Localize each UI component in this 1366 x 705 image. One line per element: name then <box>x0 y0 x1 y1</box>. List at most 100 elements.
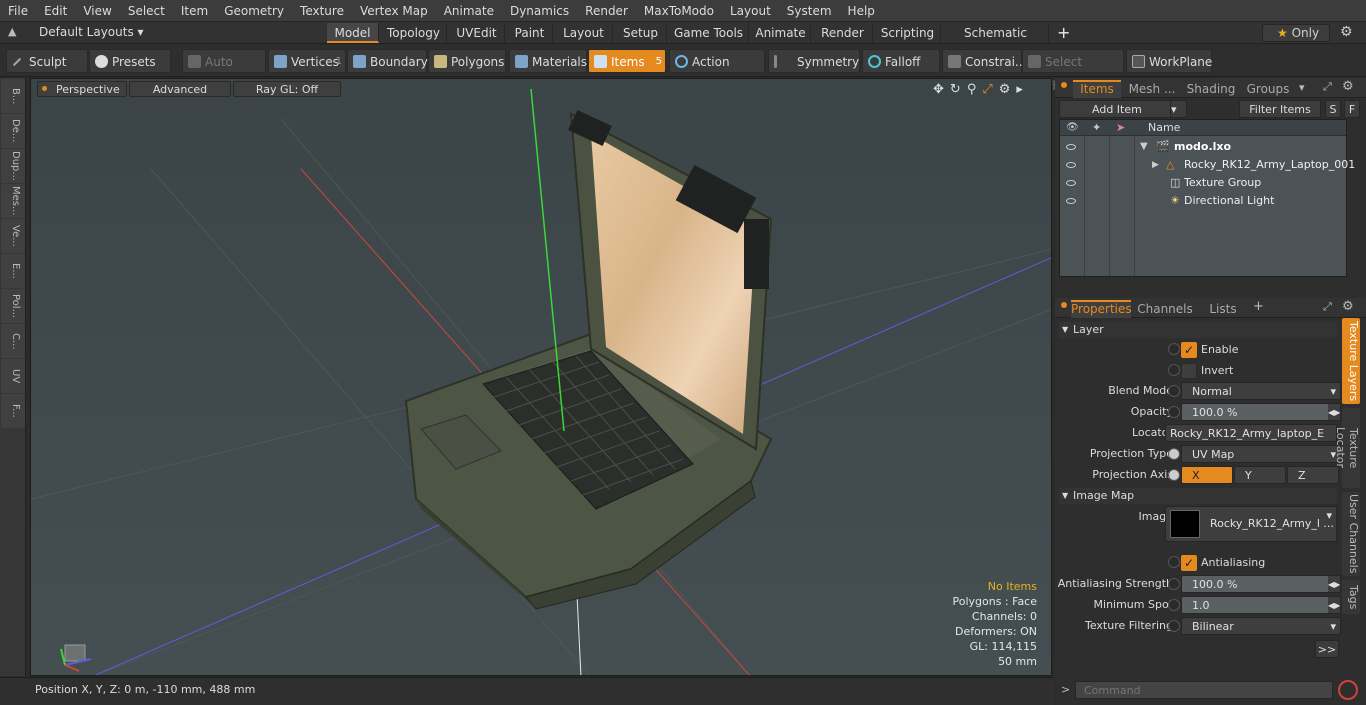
enable-checkbox[interactable]: ✓ <box>1181 342 1197 358</box>
select-through-button[interactable]: Select Through <box>1022 49 1124 93</box>
tab-topology[interactable]: Topology <box>381 23 447 43</box>
tab-setup[interactable]: Setup <box>615 23 667 43</box>
left-tab-deform[interactable]: De... <box>1 114 25 148</box>
menu-render[interactable]: Render <box>577 0 636 22</box>
add-tab-icon[interactable]: + <box>1057 23 1070 42</box>
list-item[interactable]: ▼ 🎬 modo.lxo <box>1060 138 1346 156</box>
axis-y-button[interactable]: Y <box>1234 466 1286 484</box>
side-tab-texture-locator[interactable]: Texture Locator <box>1334 408 1360 488</box>
menu-maxtomodo[interactable]: MaxToModo <box>636 0 722 22</box>
left-tab-fusion[interactable]: F... <box>1 394 25 428</box>
projection-type-channel-dot[interactable] <box>1168 448 1180 460</box>
tab-lists[interactable]: Lists <box>1201 300 1245 318</box>
add-item-button[interactable]: Add Item ▾ <box>1059 100 1187 119</box>
tex-filter-channel-dot[interactable] <box>1168 620 1180 632</box>
menu-vertex-map[interactable]: Vertex Map <box>352 0 436 22</box>
maximize-view-icon[interactable]: ⤢ <box>982 82 992 97</box>
eye-icon[interactable] <box>1066 180 1076 186</box>
boundary-button[interactable]: Boundary <box>347 49 428 73</box>
tab-uvedit[interactable]: UVEdit <box>449 23 505 43</box>
vertices-button[interactable]: Vertices 1 <box>268 49 346 73</box>
image-select[interactable]: Rocky_RK12_Army_l ... ▾ <box>1165 506 1337 542</box>
rotate-view-icon[interactable]: ↻ <box>950 82 961 97</box>
menu-system[interactable]: System <box>779 0 840 22</box>
tab-scripting[interactable]: Scripting <box>875 23 941 43</box>
panel-gear-icon[interactable]: ⚙ <box>1342 299 1354 314</box>
aa-strength-slider[interactable]: 100.0 % ◀▶ <box>1181 575 1341 593</box>
collapse-arrow-icon[interactable]: ▲ <box>8 25 16 38</box>
antialiasing-checkbox[interactable]: ✓ <box>1181 555 1197 571</box>
advanced-dropdown[interactable]: Advanced <box>129 81 231 97</box>
blend-mode-channel-dot[interactable] <box>1168 385 1180 397</box>
eye-icon[interactable] <box>1066 198 1076 204</box>
menu-texture[interactable]: Texture <box>292 0 352 22</box>
list-item[interactable]: ◫ Texture Group <box>1060 174 1346 192</box>
projection-axis-channel-dot[interactable] <box>1168 469 1180 481</box>
left-tab-curve[interactable]: C... <box>1 324 25 358</box>
symmetry-button[interactable]: Symmetry <box>768 49 860 73</box>
f-button[interactable]: F <box>1344 100 1360 118</box>
tab-layout[interactable]: Layout <box>555 23 613 43</box>
left-tab-mesh[interactable]: Mes... <box>1 184 25 218</box>
left-tab-duplicate[interactable]: Dup... <box>1 149 25 183</box>
panel-maximize-icon[interactable]: ⤢ <box>1323 300 1332 314</box>
filter-items-field[interactable]: Filter Items <box>1239 100 1321 118</box>
tab-paint[interactable]: Paint <box>507 23 553 43</box>
action-center-button[interactable]: Action Center <box>669 49 765 93</box>
tab-shading[interactable]: Shading <box>1183 80 1239 98</box>
blend-mode-select[interactable]: Normal ▾ <box>1181 382 1341 400</box>
side-tab-texture-layers[interactable]: Texture Layers <box>1342 318 1360 404</box>
menu-dynamics[interactable]: Dynamics <box>502 0 577 22</box>
slider-handle-icon[interactable]: ◀▶ <box>1328 597 1340 613</box>
side-tab-user-channels[interactable]: User Channels <box>1342 492 1360 576</box>
tab-game-tools[interactable]: Game Tools <box>669 23 749 43</box>
opacity-slider[interactable]: 100.0 % ◀▶ <box>1181 403 1341 421</box>
invert-checkbox[interactable] <box>1181 363 1197 379</box>
expand-arrow-icon[interactable]: ▶ <box>1152 156 1159 174</box>
falloff-button[interactable]: Falloff <box>862 49 940 73</box>
polygons-button[interactable]: Polygons <box>428 49 506 73</box>
command-input[interactable] <box>1075 681 1333 699</box>
menu-view[interactable]: View <box>75 0 119 22</box>
menu-file[interactable]: File <box>0 0 36 22</box>
left-tab-uv[interactable]: UV <box>1 359 25 393</box>
tab-animate[interactable]: Animate <box>751 23 811 43</box>
axis-x-button[interactable]: X <box>1181 466 1233 484</box>
image-map-group-header[interactable]: ▼ Image Map <box>1059 488 1337 504</box>
tab-properties[interactable]: Properties <box>1071 300 1132 318</box>
move-view-icon[interactable]: ✥ <box>933 82 944 97</box>
min-spot-channel-dot[interactable] <box>1168 599 1180 611</box>
more-button[interactable]: >> <box>1315 640 1339 658</box>
side-tab-tags[interactable]: Tags <box>1342 580 1360 614</box>
aa-strength-channel-dot[interactable] <box>1168 578 1180 590</box>
panel-gear-icon[interactable]: ⚙ <box>1342 79 1354 94</box>
auto-select-button[interactable]: Auto Select <box>182 49 266 93</box>
eye-icon[interactable] <box>1066 162 1076 168</box>
menu-edit[interactable]: Edit <box>36 0 75 22</box>
slider-handle-icon[interactable]: ◀▶ <box>1328 576 1340 592</box>
min-spot-slider[interactable]: 1.0 ◀▶ <box>1181 596 1341 614</box>
tab-mesh[interactable]: Mesh ... <box>1125 80 1179 98</box>
projection-type-select[interactable]: UV Map▾ <box>1181 445 1341 463</box>
locator-select[interactable]: Rocky_RK12_Army_laptop_E ...▾ <box>1165 424 1337 458</box>
left-tab-edge[interactable]: E... <box>1 254 25 288</box>
menu-select[interactable]: Select <box>120 0 173 22</box>
command-expand-icon[interactable]: > <box>1061 683 1070 696</box>
menu-geometry[interactable]: Geometry <box>216 0 292 22</box>
workplane-button[interactable]: WorkPlane <box>1126 49 1212 73</box>
tab-render[interactable]: Render <box>813 23 873 43</box>
items-button[interactable]: Items 5 <box>588 49 666 73</box>
tex-filter-select[interactable]: Bilinear ▾ <box>1181 617 1341 635</box>
layer-group-header[interactable]: ▼ Layer <box>1059 322 1337 338</box>
perspective-dropdown[interactable]: Perspective <box>37 81 127 97</box>
constraints-button[interactable]: Constrai... <box>942 49 1026 73</box>
add-tab-icon[interactable]: + <box>1253 299 1264 314</box>
menu-item[interactable]: Item <box>173 0 216 22</box>
3d-viewport[interactable]: Perspective Advanced Ray GL: Off ✥ ↻ ⚲ ⤢… <box>30 78 1052 676</box>
tabs-chevron-icon[interactable]: ▾ <box>1299 81 1305 94</box>
antialiasing-channel-dot[interactable] <box>1168 556 1180 568</box>
expand-arrow-icon[interactable]: ▼ <box>1140 138 1148 156</box>
materials-button[interactable]: Materials <box>509 49 587 73</box>
menu-help[interactable]: Help <box>840 0 883 22</box>
tab-model[interactable]: Model <box>327 23 379 43</box>
